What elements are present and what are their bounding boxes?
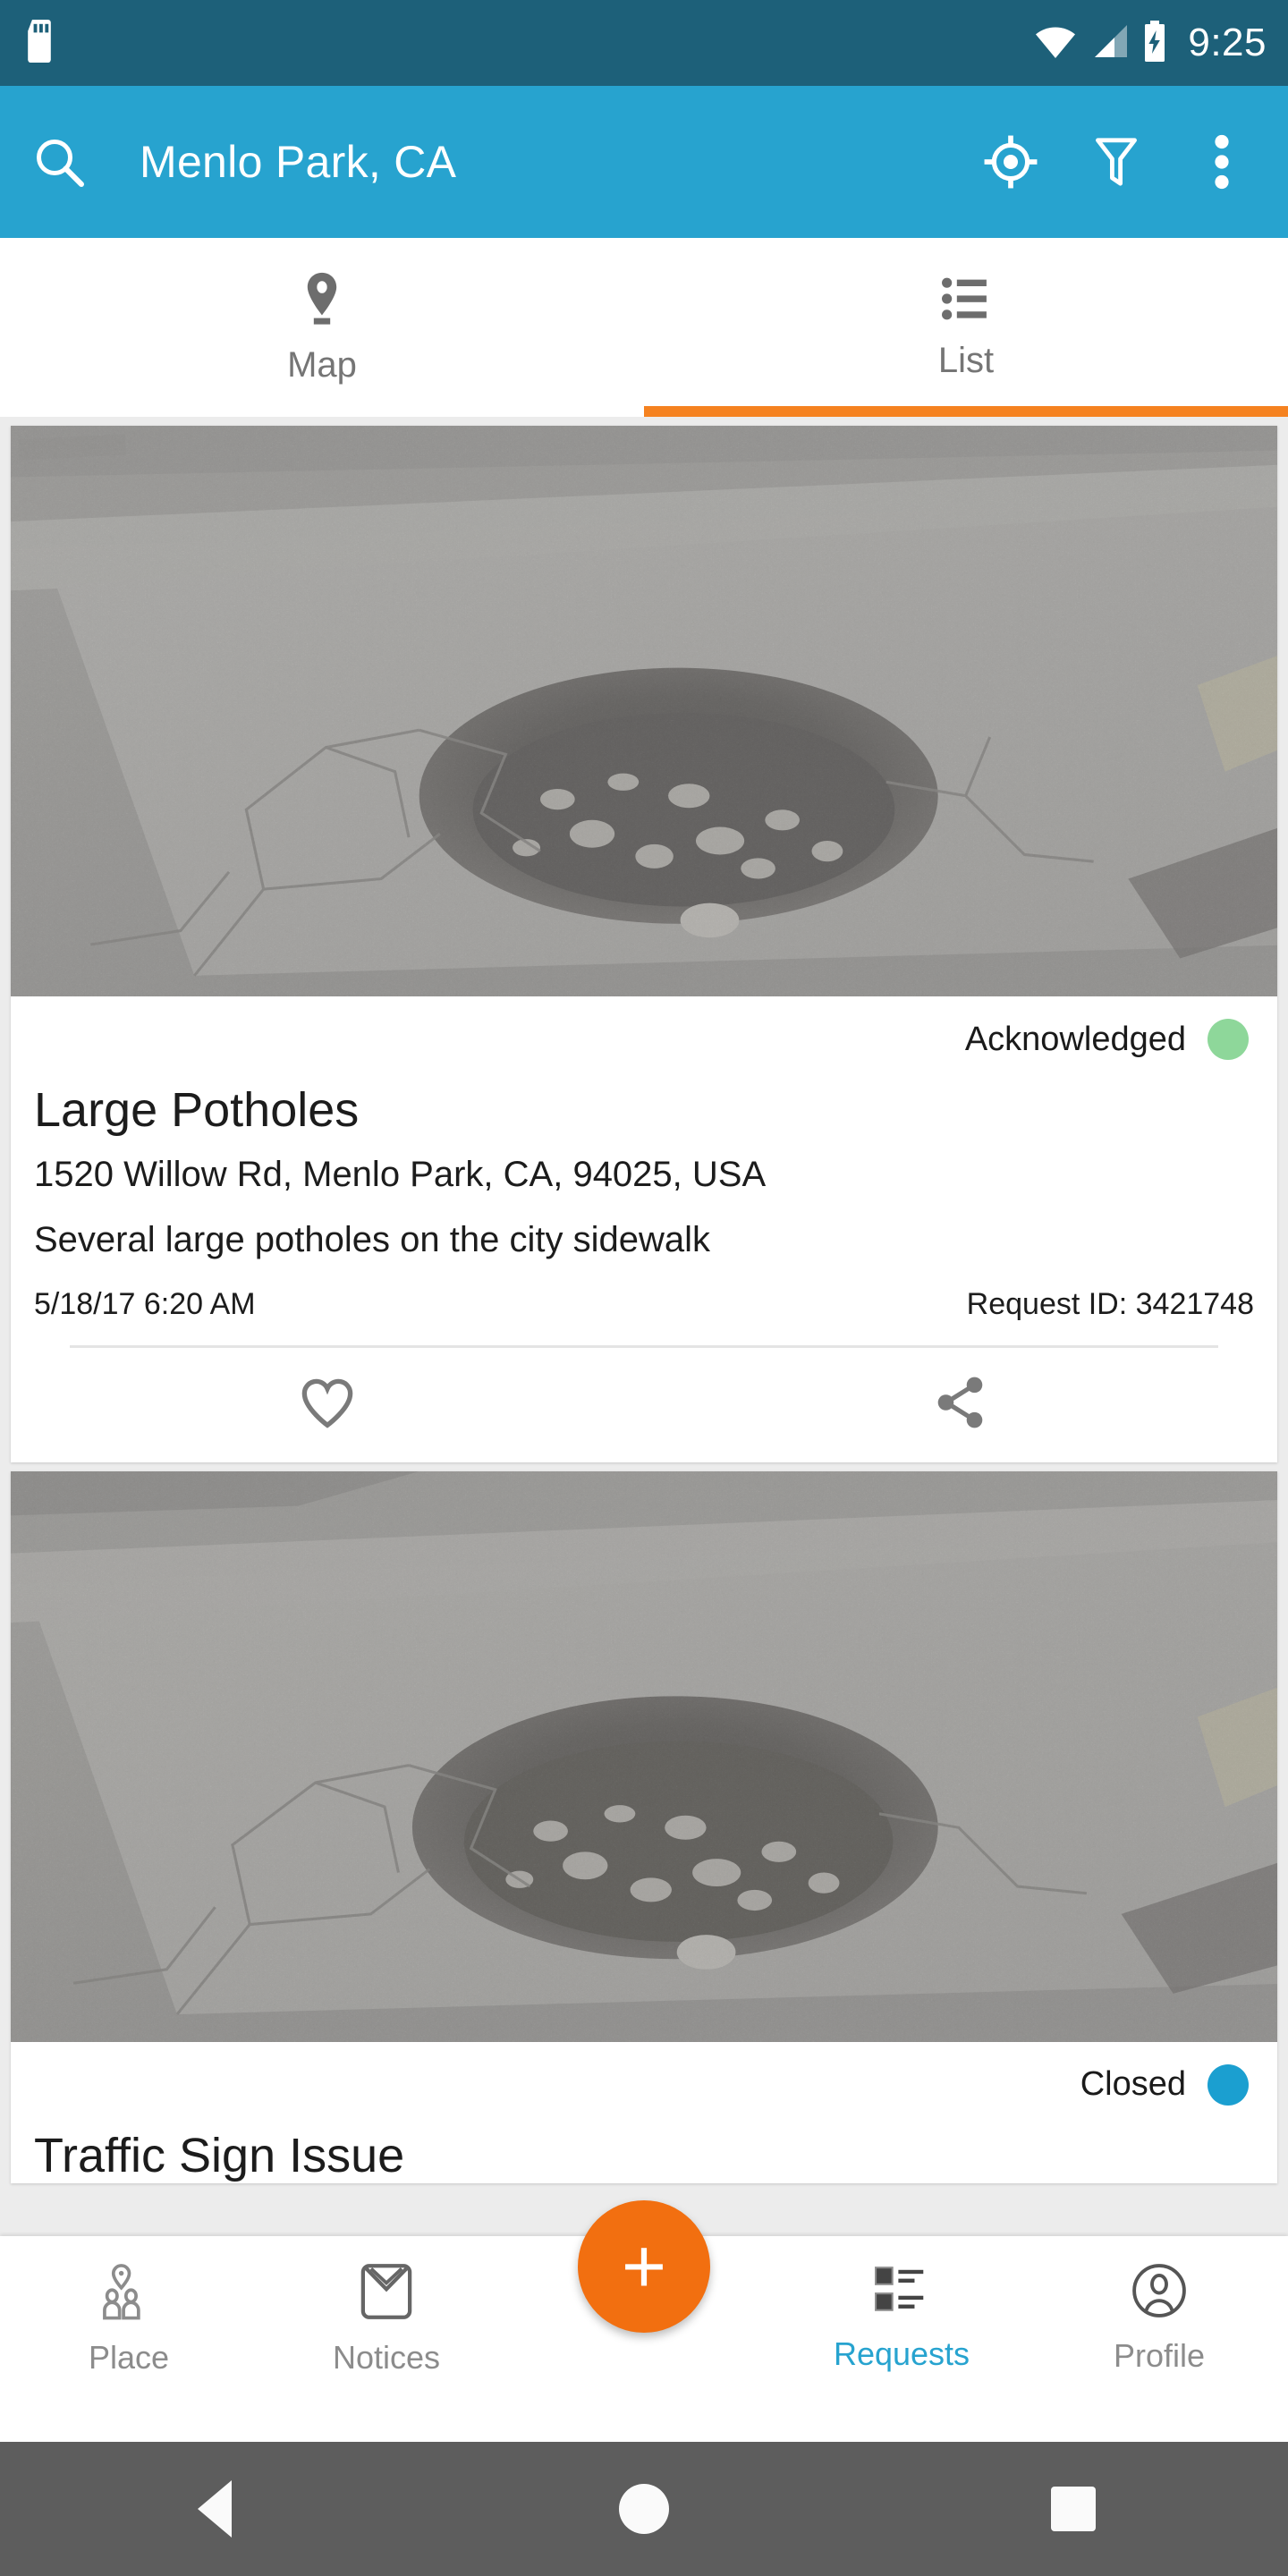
request-card[interactable]: Acknowledged Large Potholes 1520 Willow … (11, 426, 1277, 1462)
requests-list[interactable]: Acknowledged Large Potholes 1520 Willow … (0, 417, 1288, 2236)
request-address: 1520 Willow Rd, Menlo Park, CA, 94025, U… (34, 1154, 767, 1194)
tab-label-list: List (937, 341, 995, 380)
plus-icon: + (621, 2223, 667, 2309)
status-bar-clock: 9:25 (1188, 21, 1267, 64)
heart-icon (299, 1376, 356, 1434)
app-bar-actions (982, 133, 1258, 191)
status-badge: Closed (34, 2042, 1254, 2128)
back-icon[interactable] (161, 2455, 268, 2563)
request-description: Several large potholes on the city sidew… (34, 1219, 710, 1259)
envelope-icon (360, 2263, 413, 2325)
nav-label-requests: Requests (833, 2335, 970, 2372)
nav-item-requests[interactable]: Requests (773, 2236, 1030, 2373)
status-label: Acknowledged (964, 1020, 1186, 1058)
tab-label-map: Map (287, 345, 357, 385)
wifi-icon (1034, 23, 1077, 64)
my-location-icon[interactable] (982, 133, 1039, 191)
map-pin-icon (298, 269, 346, 333)
nav-item-profile[interactable]: Profile (1030, 2236, 1288, 2375)
status-label: Closed (1080, 2065, 1186, 2104)
nav-label-notices: Notices (332, 2339, 441, 2376)
status-bar-left (21, 19, 57, 67)
request-card-body: Closed Traffic Sign Issue (11, 2042, 1277, 2184)
favorite-button[interactable] (11, 1348, 644, 1462)
profile-person-icon (1131, 2263, 1187, 2323)
card-actions (11, 1348, 1277, 1462)
search-icon[interactable] (30, 133, 88, 191)
share-button[interactable] (644, 1348, 1277, 1462)
battery-charging-icon (1141, 20, 1168, 66)
tab-bar: Map List (0, 238, 1288, 417)
place-people-icon (100, 2263, 157, 2325)
request-title: Large Potholes (34, 1083, 360, 1137)
more-vertical-icon[interactable] (1193, 133, 1250, 191)
sd-card-icon (21, 19, 57, 67)
pothole-photo[interactable] (11, 426, 1277, 996)
system-navigation-bar (0, 2442, 1288, 2576)
recents-icon[interactable] (1020, 2455, 1127, 2563)
status-bar: 9:25 (0, 0, 1288, 86)
share-icon (934, 1375, 987, 1435)
tab-active-indicator (644, 406, 1288, 417)
add-request-fab[interactable]: + (578, 2200, 710, 2333)
status-dot (1208, 2063, 1249, 2106)
requests-list-icon (874, 2263, 929, 2321)
list-icon (941, 274, 991, 328)
request-card[interactable]: Closed Traffic Sign Issue (11, 1470, 1277, 2184)
status-badge: Acknowledged (34, 996, 1254, 1082)
app-bar-title[interactable]: Menlo Park, CA (140, 136, 982, 188)
nav-label-place: Place (88, 2339, 170, 2376)
phone-screen: 9:25 Menlo Park, CA Map List Acknowledge… (0, 0, 1288, 2576)
home-icon[interactable] (590, 2455, 698, 2563)
pothole-photo[interactable] (11, 1470, 1277, 2042)
app-bar: Menlo Park, CA (0, 86, 1288, 238)
filter-icon[interactable] (1088, 133, 1145, 191)
request-meta: 5/18/17 6:20 AM Request ID: 3421748 (34, 1287, 1254, 1322)
status-dot (1208, 1019, 1249, 1060)
nav-item-notices[interactable]: Notices (258, 2236, 515, 2377)
tab-map[interactable]: Map (0, 238, 644, 417)
nav-label-profile: Profile (1113, 2337, 1206, 2374)
request-title: Traffic Sign Issue (34, 2128, 405, 2182)
request-id: Request ID: 3421748 (966, 1286, 1254, 1321)
cellular-signal-icon (1089, 23, 1129, 64)
bottom-navigation: Place Notices Requests Profile + (0, 2200, 1288, 2442)
status-bar-right: 9:25 (1034, 20, 1267, 66)
request-timestamp: 5/18/17 6:20 AM (34, 1286, 256, 1321)
nav-item-place[interactable]: Place (0, 2236, 258, 2377)
tab-list[interactable]: List (644, 238, 1288, 417)
request-card-body: Acknowledged Large Potholes 1520 Willow … (11, 996, 1277, 1348)
